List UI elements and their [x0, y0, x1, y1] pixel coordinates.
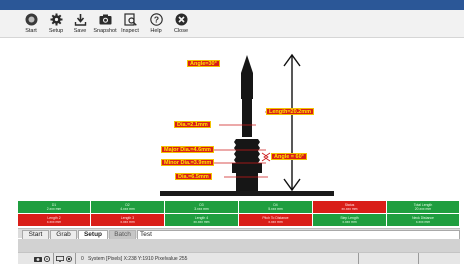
angle-top-label: Angle=30°	[187, 60, 220, 67]
status-code: 0	[81, 256, 84, 262]
measurement-cell: Total Length 20.xxx mm	[387, 201, 460, 214]
measurement-value: x.xxx mm	[342, 220, 357, 225]
close-button[interactable]: Close	[168, 12, 194, 37]
length-label: Length=20.2mm	[266, 108, 315, 115]
measurement-cell: D4 5.xxx mm	[239, 201, 313, 214]
camera-icon	[99, 14, 112, 25]
measurement-value: xx.xxx mm	[193, 220, 210, 225]
measurement-grid: D1 2.xxx mm D2 4.xxx mm D3 3.xxx mm D4 5.xxx mm…	[18, 201, 460, 227]
measurement-cell: Neck Distance x.xxx mm	[387, 214, 460, 227]
measurement-cell: Status xx.xxx mm	[313, 201, 387, 214]
measurement-value: 2.xxx mm	[46, 207, 62, 212]
help-icon: ?	[150, 13, 163, 26]
close-icon	[175, 13, 188, 26]
measurement-cell: Pitch To Distance x.xxx mm	[239, 214, 313, 227]
tab-test[interactable]: Test	[137, 230, 460, 239]
measurement-value: 3.xxx mm	[194, 207, 209, 212]
tab-start[interactable]: Start	[22, 230, 49, 239]
measurement-value: x.xxx mm	[46, 220, 62, 225]
measurement-value: x.xxx mm	[268, 220, 283, 225]
close-label: Close	[173, 28, 189, 34]
tab-setup[interactable]: Setup	[78, 230, 108, 239]
panel-area	[18, 239, 460, 252]
measurement-cell: D1 2.xxx mm	[18, 201, 91, 214]
title-bar	[0, 0, 464, 10]
measurement-cell: D3 3.xxx mm	[165, 201, 239, 214]
part-tip	[241, 55, 253, 99]
lower-diameter-label: Dia.=6.5mm	[175, 173, 212, 180]
status-bar: 0 System [Pixels] X:238 Y:1910 Pixelvalu…	[18, 252, 460, 264]
measurement-value: xx.xxx mm	[341, 207, 358, 212]
measurement-cell: Step Length x.xxx mm	[313, 214, 387, 227]
part-thread	[234, 139, 260, 163]
status-separator	[53, 253, 54, 264]
base-plate	[160, 191, 334, 196]
camera-status-icon	[34, 257, 42, 262]
length-arrow	[283, 53, 301, 192]
part-collar	[232, 163, 262, 173]
measurement-value: 20.xxx mm	[414, 207, 432, 212]
measurement-value: 5.xxx mm	[268, 207, 283, 212]
gear-icon	[50, 13, 63, 26]
minor-diameter-label: Minor Dia.=3.9mm	[161, 159, 215, 166]
part-shaft	[242, 99, 252, 137]
upper-diameter-label: Dia.=2.1mm	[174, 121, 211, 128]
status-separator	[75, 253, 76, 264]
measurement-value: x.xxx mm	[415, 220, 431, 225]
major-diameter-label: Major Dia.=4.6mm	[161, 146, 214, 153]
part-base	[236, 173, 258, 191]
tab-grab[interactable]: Grab	[50, 230, 77, 239]
svg-text:?: ?	[154, 15, 159, 25]
inspect-icon	[124, 13, 137, 26]
image-viewport[interactable]: Angle=30° Length=20.2mm Dia.=2.1mm Major…	[0, 39, 464, 202]
measurement-cell: Length 3 x.xxx mm	[91, 214, 165, 227]
start-icon	[25, 13, 38, 26]
measurement-value: 4.xxx mm	[120, 207, 135, 212]
monitor-status-icon	[56, 256, 64, 262]
measurement-cell: D2 4.xxx mm	[91, 201, 165, 214]
thread-angle-label: Angle = 60°	[271, 153, 307, 160]
link-status-icon	[66, 256, 72, 262]
toolbar: Start Setup Save Snapshot Inspect ? Help…	[0, 10, 464, 38]
status-text: System [Pixels] X:238 Y:1910 Pixelvalue …	[88, 256, 188, 262]
part-drawing	[160, 53, 334, 196]
status-separator	[418, 253, 419, 264]
measurement-value: x.xxx mm	[120, 220, 135, 225]
tab-batch[interactable]: Batch	[109, 230, 136, 239]
tab-bar: Start Grab Setup Batch Test	[18, 228, 460, 239]
measurement-cell: Length 2 x.xxx mm	[18, 214, 91, 227]
gear-status-icon	[44, 256, 50, 262]
thread-angle-marker	[261, 152, 271, 162]
save-icon	[74, 14, 87, 26]
measurement-cell: Length 4 xx.xxx mm	[165, 214, 239, 227]
status-separator	[358, 253, 359, 264]
